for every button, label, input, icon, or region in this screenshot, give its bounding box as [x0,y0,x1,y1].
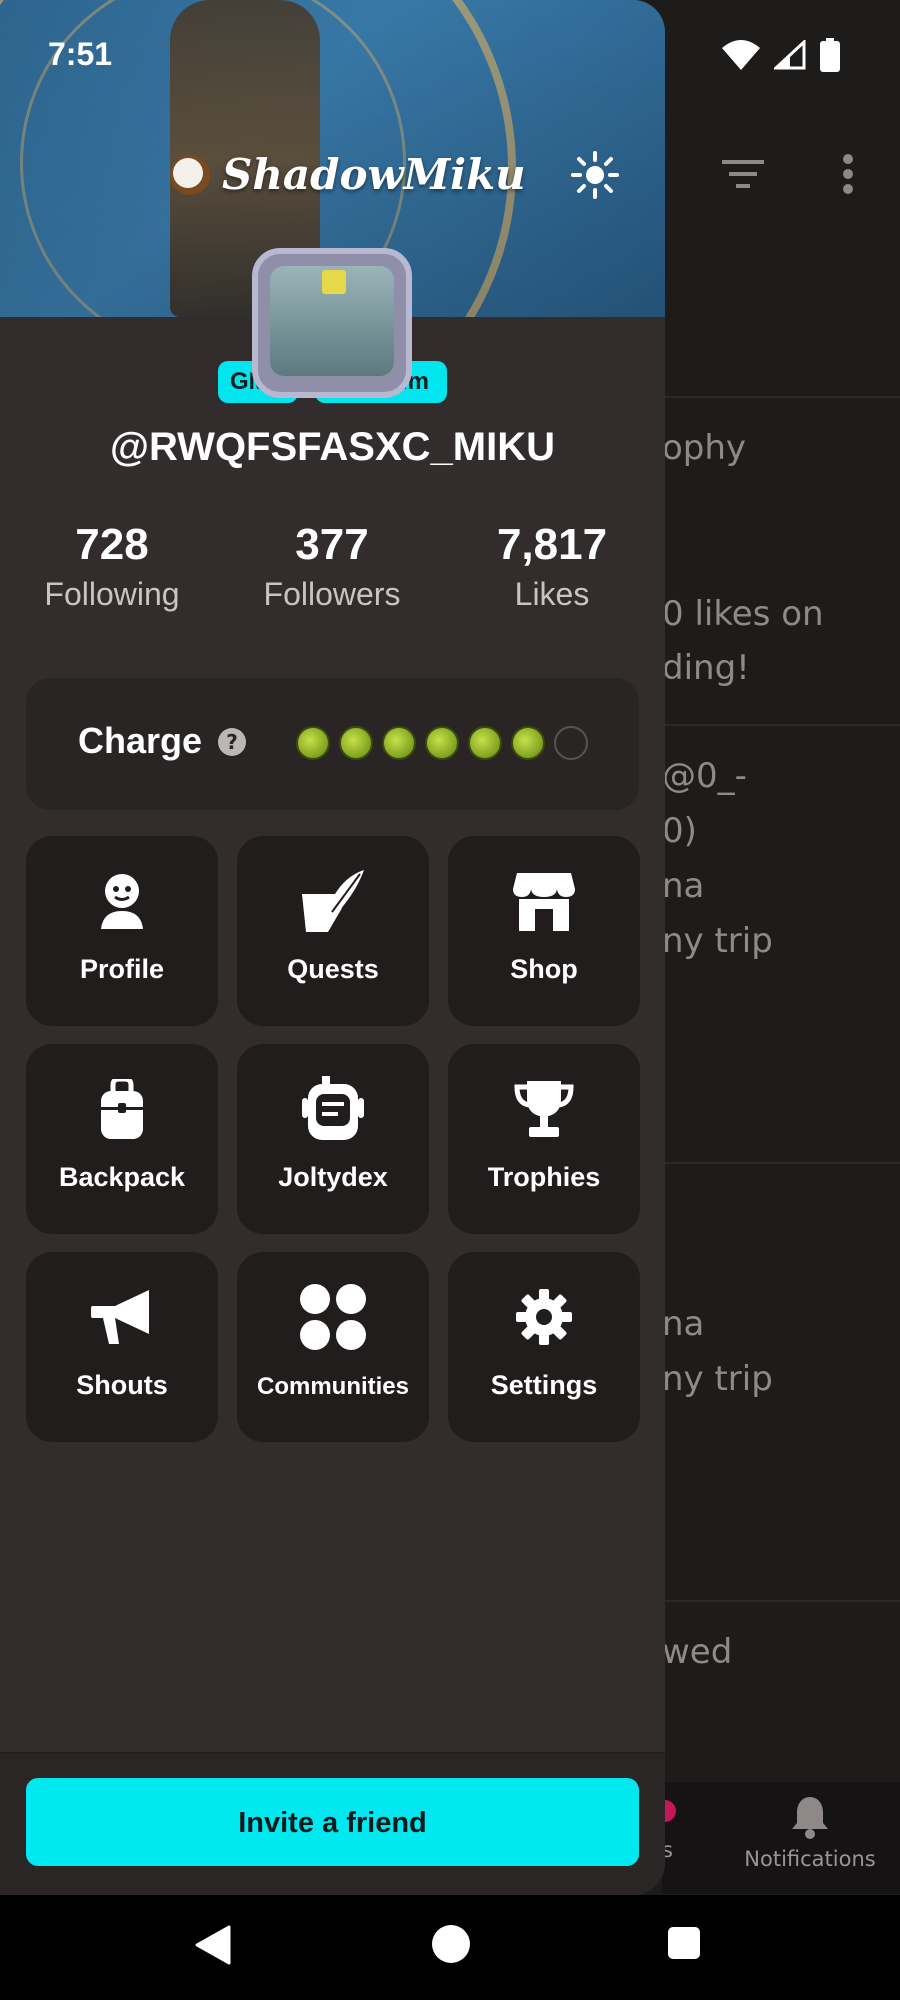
charge-dot-filled [511,726,545,760]
bg-text: ny trip [662,921,773,961]
bell-icon [792,1797,828,1839]
divider [662,1162,900,1164]
back-icon[interactable] [195,1925,231,1965]
filter-icon[interactable] [722,158,764,190]
menu-profile[interactable]: Profile [26,836,218,1026]
display-name: ShadowMiku [168,150,526,199]
backpack-icon [101,1079,143,1139]
charge-dot-filled [339,726,373,760]
notifications-label: Notifications [744,1847,876,1871]
bg-text: na [662,1304,705,1344]
help-icon[interactable]: ? [218,728,246,756]
signal-icon [774,40,806,70]
system-nav-bar [0,1895,900,2000]
invite-friend-button[interactable]: Invite a friend [26,1778,639,1866]
status-bar: 7:51 [0,0,900,110]
menu-label: Profile [79,954,165,984]
stat-following[interactable]: 728 Following [2,520,222,613]
navigation-drawer: ShadowMiku GMR He / Him @RWQFSFASXC_MIKU… [0,0,665,1895]
menu-label: Shop [510,954,578,984]
gear-icon [516,1289,572,1345]
quest-quill-icon [302,870,364,932]
username: @RWQFSFASXC_MIKU [110,425,555,469]
menu-backpack[interactable]: Backpack [26,1044,218,1234]
charge-meter [296,726,588,760]
sun-icon[interactable] [570,150,620,200]
divider [662,1600,900,1602]
charge-label: Charge [78,720,203,761]
bg-text: wed [662,1632,733,1672]
menu-label: Quests [287,954,379,984]
more-vert-icon[interactable] [842,154,854,194]
charge-card: Charge ? [26,678,639,810]
charge-dot-empty [554,726,588,760]
storefront-icon [513,873,575,931]
clock: 7:51 [48,36,113,72]
divider [662,724,900,726]
charge-dot-filled [425,726,459,760]
menu-shouts[interactable]: Shouts [26,1252,218,1442]
charge-dot-filled [296,726,330,760]
recents-icon[interactable] [668,1927,700,1959]
menu-label: Shouts [76,1370,168,1400]
home-icon[interactable] [432,1925,470,1963]
drawer-footer: Invite a friend [0,1752,665,1895]
menu-shop[interactable]: Shop [448,836,640,1026]
bottom-nav-notifications[interactable]: Notifications [740,1795,880,1871]
charge-dot-filled [468,726,502,760]
menu-grid: Profile Quests Shop Backpack Joltydex Tr… [26,836,640,1442]
display-name-text: ShadowMiku [222,150,526,199]
coconut-icon [170,154,210,195]
bg-text: ny trip [662,1359,773,1399]
bg-text: @0_- [662,756,747,796]
menu-trophies[interactable]: Trophies [448,1044,640,1234]
face-icon [101,874,143,929]
stat-label: Likes [514,576,590,612]
menu-joltydex[interactable]: Joltydex [237,1044,429,1234]
wifi-icon [722,40,760,70]
menu-settings[interactable]: Settings [448,1252,640,1442]
stat-likes[interactable]: 7,817 Likes [442,520,662,613]
menu-label: Settings [490,1370,598,1400]
avatar[interactable] [252,248,412,398]
bg-text: na [662,866,705,906]
menu-label: Communities [256,1373,409,1400]
menu-label: Trophies [487,1162,601,1192]
divider [662,396,900,398]
charge-dot-filled [382,726,416,760]
stat-label: Following [44,576,180,612]
menu-communities[interactable]: Communities [237,1252,429,1442]
trophy-icon [514,1081,574,1137]
bg-text: 0 likes on [662,594,824,634]
stat-value: 728 [75,520,149,569]
status-icons [722,38,840,72]
menu-label: Joltydex [278,1162,388,1192]
menu-quests[interactable]: Quests [237,836,429,1026]
stat-value: 7,817 [496,520,608,569]
stat-label: Followers [263,576,401,612]
communities-icon [300,1284,366,1350]
stat-value: 377 [295,520,369,569]
menu-label: Backpack [58,1162,186,1192]
bg-text: 0) [662,811,697,851]
joltydex-icon [302,1076,364,1140]
megaphone-icon [91,1290,149,1344]
battery-icon [820,38,840,72]
bg-text: ophy [662,428,747,468]
stat-followers[interactable]: 377 Followers [222,520,442,613]
bg-text: ding! [662,648,750,688]
